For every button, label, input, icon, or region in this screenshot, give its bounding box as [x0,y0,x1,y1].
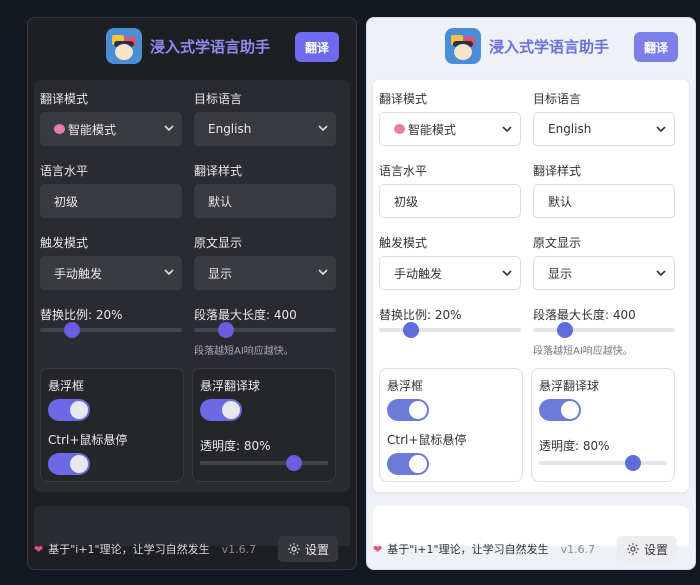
trigger-mode-select[interactable]: 手动触发 [379,256,521,290]
paragraph-max-label: 段落最大长度: 400 [194,308,297,322]
app-logo [106,28,142,64]
language-level-label: 语言水平 [379,164,428,178]
app-title: 浸入式学语言助手 [489,38,610,56]
settings-button[interactable]: 设置 [278,536,338,562]
hover-label: Ctrl+鼠标悬停 [48,433,128,447]
settings-card: 翻译模式 智能模式 目标语言 English 语言水平 初级 翻译样式 默认 触… [373,80,689,492]
original-display-label: 原文显示 [194,236,243,250]
footer-info: ❤ 基于"i+1"理论，让学习自然发生 v1.6.7 [373,541,595,557]
floating-box-section: 悬浮框 Ctrl+鼠标悬停 [40,368,184,482]
slogan: 基于"i+1"理论，让学习自然发生 [387,543,549,556]
replace-ratio-track[interactable] [40,328,182,332]
chevron-down-icon [502,270,512,277]
original-display-select[interactable]: 显示 [194,256,336,290]
target-language-label: 目标语言 [194,92,243,106]
paragraph-max-track[interactable] [194,328,336,332]
floating-ball-section: 悬浮翻译球 透明度: 80% [531,368,675,482]
translate-style-label: 翻译样式 [533,164,582,178]
heart-icon: ❤ [373,542,383,556]
floating-ball-title: 悬浮翻译球 [200,379,261,393]
replace-ratio-label: 替换比例: 20% [379,308,462,322]
popup-panel-light: 浸入式学语言助手 翻译 翻译模式 智能模式 目标语言 English 语言水平 … [366,17,696,570]
popup-panel-dark: 浸入式学语言助手 翻译 翻译模式 智能模式 目标语言 English 语言水平 … [27,17,357,570]
chevron-down-icon [164,125,174,132]
paragraph-max-label: 段落最大长度: 400 [533,308,636,322]
app-title: 浸入式学语言助手 [150,38,271,56]
floating-ball-title: 悬浮翻译球 [539,379,600,393]
header: 浸入式学语言助手 翻译 [28,18,356,76]
opacity-label: 透明度: 80% [200,439,271,453]
slogan: 基于"i+1"理论，让学习自然发生 [48,543,210,556]
replace-ratio-label: 替换比例: 20% [40,308,123,322]
translate-style-select[interactable]: 默认 [533,184,675,218]
language-level-select[interactable]: 初级 [40,184,182,218]
floating-box-toggle[interactable] [387,399,429,421]
target-language-select[interactable]: English [194,112,336,146]
paragraph-max-thumb[interactable] [557,322,573,338]
paragraph-max-thumb[interactable] [218,322,234,338]
replace-ratio-thumb[interactable] [64,322,80,338]
translate-mode-label: 翻译模式 [379,92,428,106]
translate-style-select[interactable]: 默认 [194,184,336,218]
brain-icon [54,124,65,134]
translate-style-label: 翻译样式 [194,164,243,178]
translate-mode-select[interactable]: 智能模式 [40,112,182,146]
paragraph-hint: 段落越短AI响应越快。 [194,346,294,357]
hover-toggle[interactable] [48,453,90,475]
chevron-down-icon [656,126,666,133]
chevron-down-icon [502,126,512,133]
footer-info: ❤ 基于"i+1"理论，让学习自然发生 v1.6.7 [34,541,256,557]
opacity-thumb[interactable] [625,455,641,471]
hover-label: Ctrl+鼠标悬停 [387,433,467,447]
original-display-label: 原文显示 [533,236,582,250]
hover-toggle[interactable] [387,453,429,475]
chevron-down-icon [318,269,328,276]
trigger-mode-label: 触发模式 [40,236,89,250]
opacity-track[interactable] [539,461,667,465]
translate-mode-select[interactable]: 智能模式 [379,112,521,146]
settings-card: 翻译模式 智能模式 目标语言 English 语言水平 初级 翻译样式 默认 触… [34,80,350,492]
trigger-mode-label: 触发模式 [379,236,428,250]
target-language-select[interactable]: English [533,112,675,146]
floating-box-title: 悬浮框 [48,379,85,393]
target-language-label: 目标语言 [533,92,582,106]
translate-mode-label: 翻译模式 [40,92,89,106]
original-display-select[interactable]: 显示 [533,256,675,290]
trigger-mode-select[interactable]: 手动触发 [40,256,182,290]
floating-box-section: 悬浮框 Ctrl+鼠标悬停 [379,368,523,482]
opacity-thumb[interactable] [286,455,302,471]
settings-button[interactable]: 设置 [617,536,677,562]
chevron-down-icon [318,125,328,132]
language-level-select[interactable]: 初级 [379,184,521,218]
translate-button[interactable]: 翻译 [634,32,678,62]
opacity-label: 透明度: 80% [539,439,610,453]
chevron-down-icon [164,269,174,276]
floating-box-title: 悬浮框 [387,379,424,393]
paragraph-max-track[interactable] [533,328,675,332]
opacity-track[interactable] [200,461,328,465]
gear-icon [287,542,301,556]
paragraph-hint: 段落越短AI响应越快。 [533,346,633,357]
translate-button[interactable]: 翻译 [295,32,339,62]
floating-box-toggle[interactable] [48,399,90,421]
chevron-down-icon [656,270,666,277]
gear-icon [626,542,640,556]
floating-ball-section: 悬浮翻译球 透明度: 80% [192,368,336,482]
version: v1.6.7 [560,542,596,556]
header: 浸入式学语言助手 翻译 [367,18,695,76]
floating-ball-toggle[interactable] [200,399,242,421]
replace-ratio-track[interactable] [379,328,521,332]
floating-ball-toggle[interactable] [539,399,581,421]
language-level-label: 语言水平 [40,164,89,178]
version: v1.6.7 [221,542,257,556]
app-logo [445,28,481,64]
heart-icon: ❤ [34,542,44,556]
replace-ratio-thumb[interactable] [403,322,419,338]
brain-icon [394,124,405,134]
